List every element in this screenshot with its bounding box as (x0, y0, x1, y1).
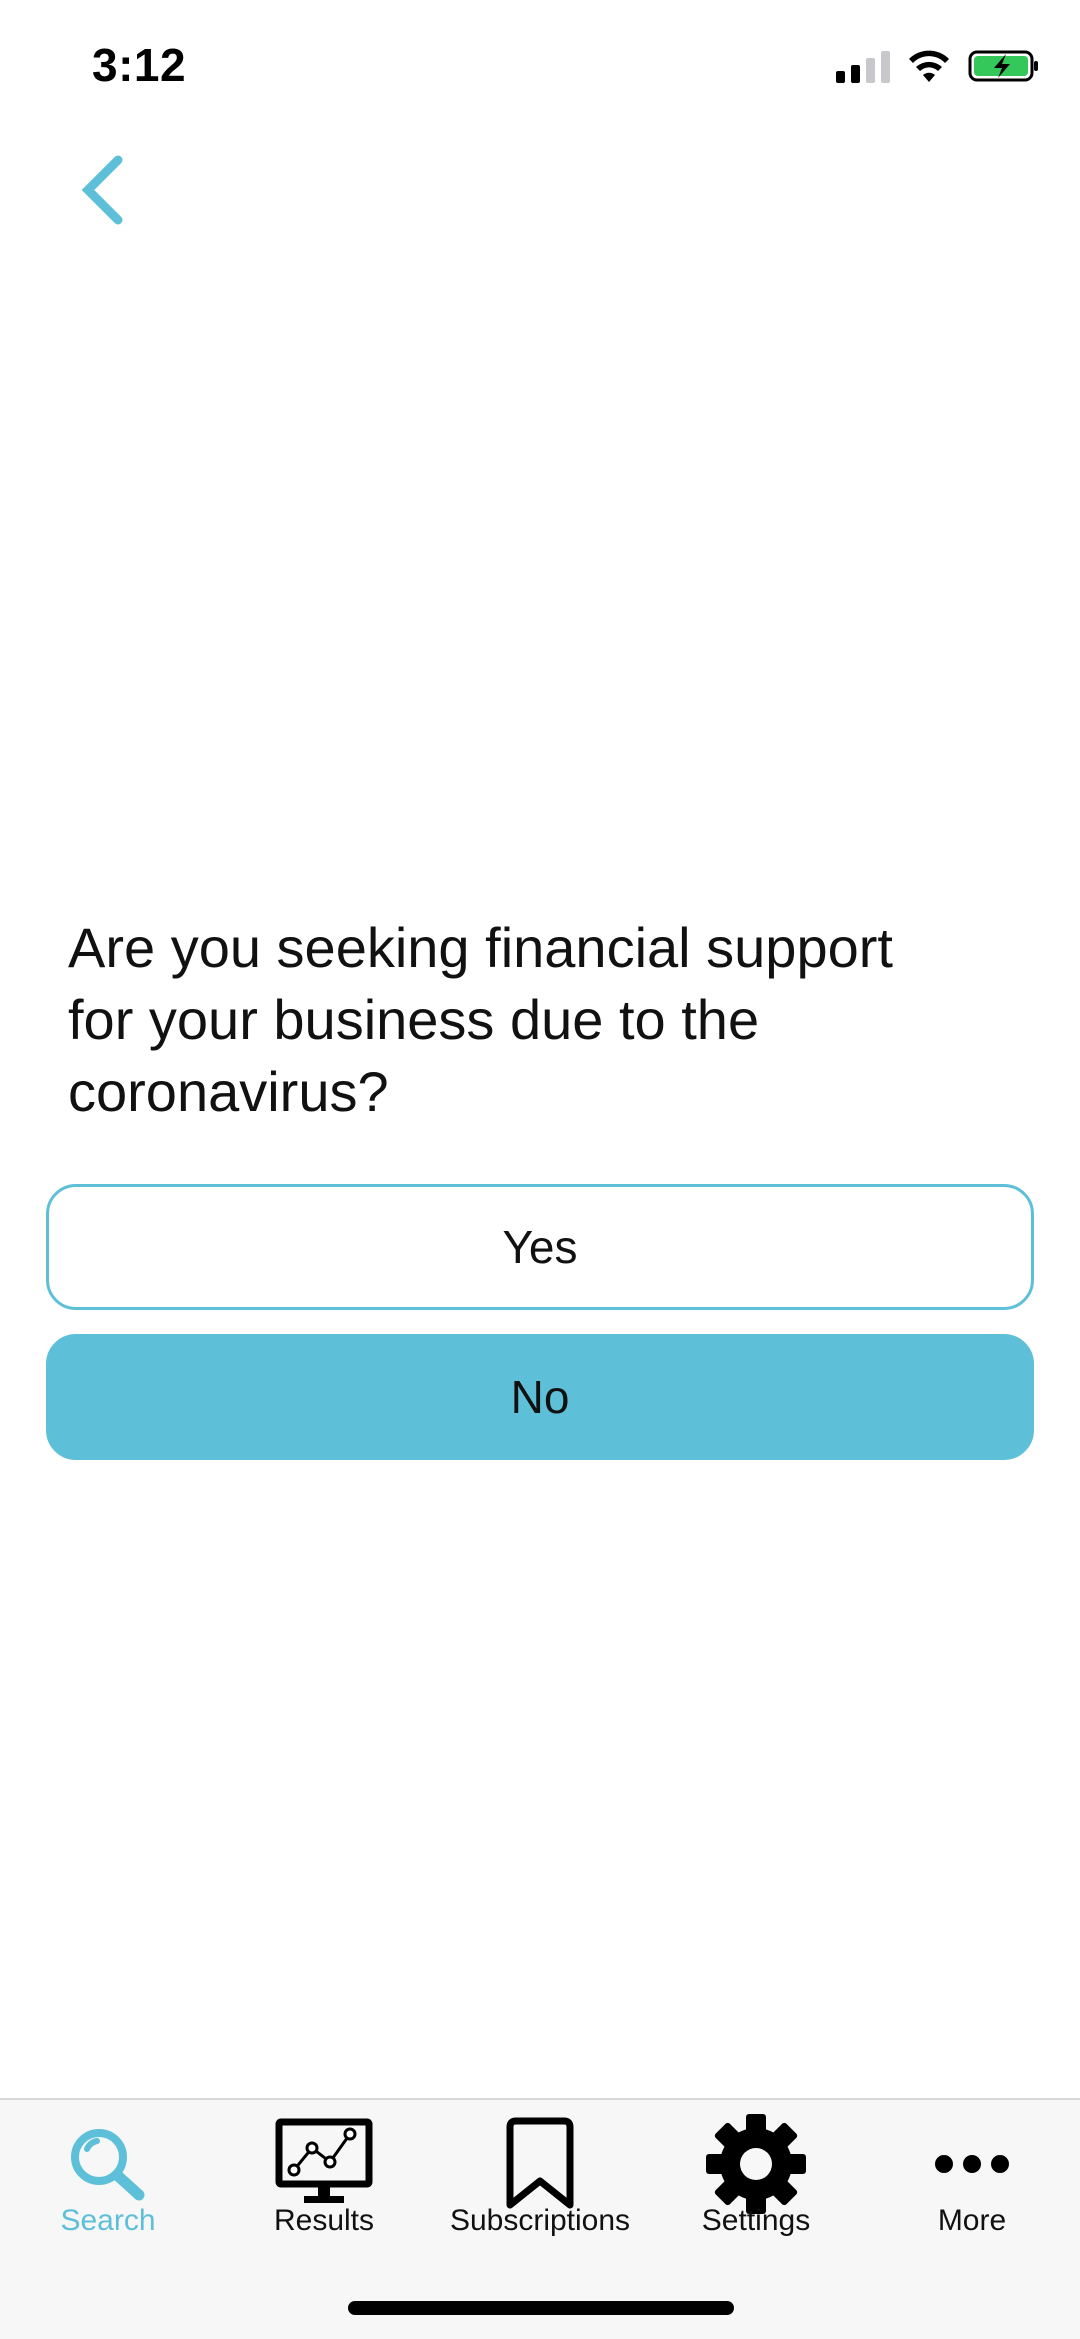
wifi-icon (909, 50, 949, 82)
tab-search-label: Search (60, 2204, 156, 2237)
status-icons (836, 48, 1040, 84)
tab-settings[interactable]: Settings (648, 2100, 864, 2260)
tab-results-label: Results (273, 2204, 375, 2237)
status-bar: 3:12 (0, 0, 1080, 130)
tab-settings-label: Settings (701, 2204, 811, 2237)
search-icon (63, 2116, 153, 2212)
back-button[interactable] (72, 150, 142, 230)
tab-more[interactable]: More (864, 2100, 1080, 2260)
tab-more-label: More (937, 2204, 1007, 2237)
question-text: Are you seeking financial support for yo… (68, 916, 893, 1123)
chevron-left-icon (81, 155, 123, 225)
yes-button[interactable]: Yes (46, 1184, 1034, 1310)
monitor-chart-icon (274, 2116, 374, 2212)
status-time: 3:12 (92, 39, 187, 91)
tab-results[interactable]: Results (216, 2100, 432, 2260)
tab-subscriptions[interactable]: Subscriptions (432, 2100, 648, 2260)
bookmark-icon (498, 2116, 582, 2212)
no-button[interactable]: No (46, 1334, 1034, 1460)
cellular-signal-icon (836, 49, 890, 83)
battery-charging-icon (968, 50, 1038, 82)
gear-icon (704, 2114, 808, 2214)
tab-subscriptions-label: Subscriptions (449, 2204, 631, 2237)
home-indicator[interactable] (348, 2301, 734, 2315)
yes-button-label: Yes (502, 1221, 578, 1273)
no-button-label: No (510, 1371, 570, 1423)
tab-search[interactable]: Search (0, 2100, 216, 2260)
screen: 3:12 Are you seeking financial support f… (0, 0, 1080, 2339)
more-dots-icon (932, 2116, 1012, 2212)
